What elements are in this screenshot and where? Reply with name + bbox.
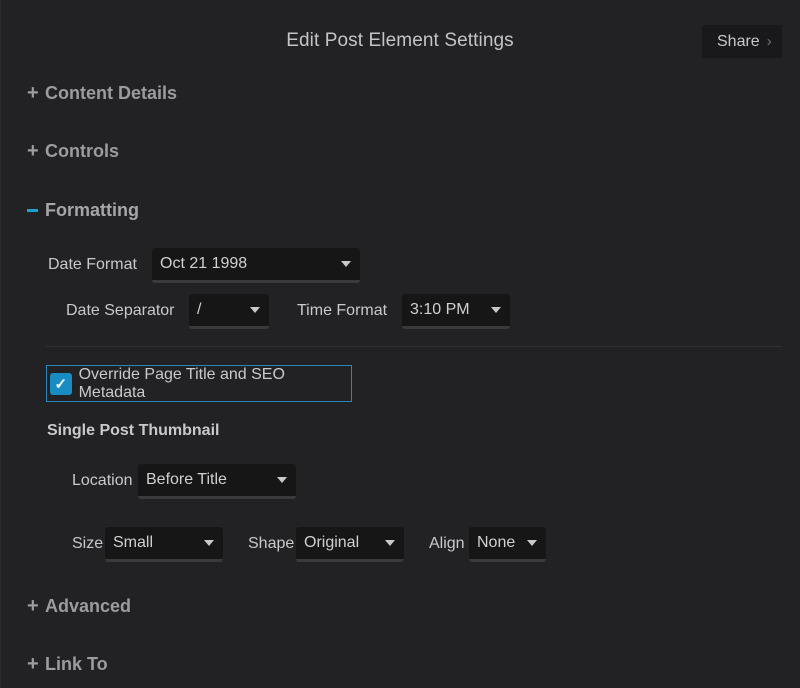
- time-format-select[interactable]: 3:10 PM: [402, 294, 510, 329]
- location-label: Location: [72, 472, 133, 489]
- caret-down-icon: [277, 477, 287, 483]
- section-controls[interactable]: + Controls: [27, 139, 119, 163]
- size-label: Size: [72, 535, 104, 552]
- size-select[interactable]: Small: [105, 527, 223, 562]
- date-format-select[interactable]: Oct 21 1998: [152, 248, 360, 283]
- date-separator-value: /: [197, 301, 202, 318]
- section-link-to[interactable]: + Link To: [27, 652, 108, 676]
- date-separator-label: Date Separator: [66, 302, 175, 319]
- expand-plus-icon: +: [27, 594, 39, 617]
- time-format-label: Time Format: [297, 302, 388, 319]
- align-select[interactable]: None: [469, 527, 546, 562]
- section-label: Formatting: [45, 199, 139, 220]
- section-label: Controls: [45, 140, 119, 161]
- caret-down-icon: [341, 261, 351, 267]
- location-select[interactable]: Before Title: [138, 464, 296, 499]
- location-value: Before Title: [146, 471, 227, 488]
- align-value: None: [477, 534, 516, 551]
- caret-down-icon: [527, 540, 537, 546]
- shape-label: Shape: [248, 535, 295, 552]
- shape-value: Original: [304, 534, 360, 551]
- section-label: Advanced: [45, 595, 132, 616]
- date-separator-select[interactable]: /: [189, 294, 269, 329]
- page-title: Edit Post Element Settings: [286, 30, 514, 51]
- expand-plus-icon: +: [27, 652, 39, 675]
- override-seo-checkbox-row[interactable]: ✓ Override Page Title and SEO Metadata: [46, 365, 352, 402]
- chevron-right-icon: ›: [766, 33, 772, 50]
- shape-select[interactable]: Original: [296, 527, 404, 562]
- section-label: Link To: [45, 653, 108, 674]
- divider: [46, 346, 782, 347]
- section-advanced[interactable]: + Advanced: [27, 594, 131, 618]
- align-label: Align: [429, 535, 465, 552]
- date-format-value: Oct 21 1998: [160, 255, 248, 272]
- share-button[interactable]: Share ›: [702, 25, 782, 58]
- caret-down-icon: [385, 540, 395, 546]
- expand-plus-icon: +: [27, 139, 39, 162]
- caret-down-icon: [491, 307, 501, 313]
- size-value: Small: [113, 534, 154, 551]
- override-seo-label: Override Page Title and SEO Metadata: [78, 365, 285, 401]
- section-label: Content Details: [45, 82, 178, 103]
- checkmark-icon: ✓: [54, 375, 68, 393]
- time-format-value: 3:10 PM: [410, 301, 470, 318]
- caret-down-icon: [204, 540, 214, 546]
- share-button-label: Share: [717, 32, 760, 50]
- thumbnail-heading: Single Post Thumbnail: [47, 422, 220, 439]
- section-formatting[interactable]: Formatting: [27, 198, 139, 222]
- override-seo-checkbox[interactable]: ✓: [50, 372, 72, 395]
- expand-plus-icon: +: [27, 81, 39, 104]
- panel-left-border: [0, 0, 1, 688]
- collapse-minus-icon: [27, 208, 38, 212]
- section-content-details[interactable]: + Content Details: [27, 81, 177, 105]
- date-format-label: Date Format: [48, 256, 137, 273]
- caret-down-icon: [250, 307, 260, 313]
